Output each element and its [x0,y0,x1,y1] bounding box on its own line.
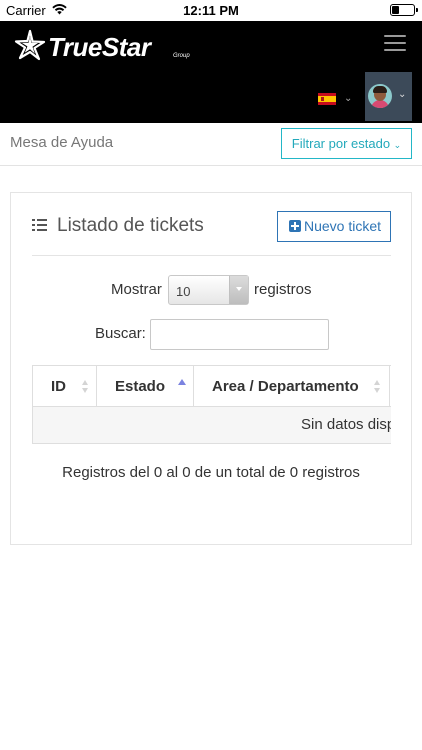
chevron-down-icon: ⌄ [393,140,402,150]
logo-wordmark: TrueStar [48,32,151,62]
plus-square-icon [289,220,301,232]
page-subheader: Mesa de Ayuda Filtrar por estado ⌄ [0,123,422,166]
spain-flag-icon [318,93,336,105]
show-label: Mostrar [111,281,162,298]
avatar [368,84,392,108]
empty-table-message: Sin datos disp [301,416,391,433]
column-label: Estado [115,378,166,395]
filter-by-status-button[interactable]: Filtrar por estado ⌄ [281,128,412,159]
table-row: Sin datos disp [33,407,391,443]
divider [32,255,391,256]
table-info: Registros del 0 al 0 de un total de 0 re… [62,464,360,481]
status-bar: Carrier 12:11 PM [0,0,422,21]
table-header: ID Estado Area / Departamento [33,366,391,407]
tickets-table: ID Estado Area / Departamento Sin datos … [32,365,391,444]
tickets-panel: Listado de tickets Nuevo ticket Mostrar … [10,192,412,545]
new-ticket-button[interactable]: Nuevo ticket [277,211,391,242]
column-header-area[interactable]: Area / Departamento [194,366,390,407]
sort-icon [82,380,89,394]
search-label: Buscar: [95,325,146,342]
search-input[interactable] [150,319,329,350]
chevron-down-icon: ⌄ [344,93,353,104]
star-logo-icon [14,29,46,61]
list-icon [32,219,47,231]
dropdown-arrow-icon [229,276,248,304]
new-ticket-label: Nuevo ticket [304,218,382,234]
sort-icon [374,380,381,394]
breadcrumb: Mesa de Ayuda [10,134,114,151]
chevron-down-icon: ⌄ [398,89,407,100]
filter-button-label: Filtrar por estado [291,136,391,151]
clock: 12:11 PM [183,3,239,18]
battery-level [392,6,399,14]
battery-icon [390,4,418,16]
column-header-estado[interactable]: Estado [97,366,194,407]
user-menu[interactable]: ⌄ [365,72,412,121]
logo-subtext: Group [173,53,190,59]
top-navbar: TrueStar Group ⌄ ⌄ [0,21,422,123]
hamburger-icon[interactable] [384,35,406,53]
panel-title: Listado de tickets [57,215,204,236]
page-size-select[interactable]: 10 [168,275,249,305]
column-label: ID [51,378,66,395]
sort-ascending-icon [178,379,186,387]
page-size-value: 10 [176,284,191,299]
column-header-id[interactable]: ID [33,366,97,407]
records-label: registros [254,281,312,298]
column-label: Area / Departamento [212,378,359,395]
